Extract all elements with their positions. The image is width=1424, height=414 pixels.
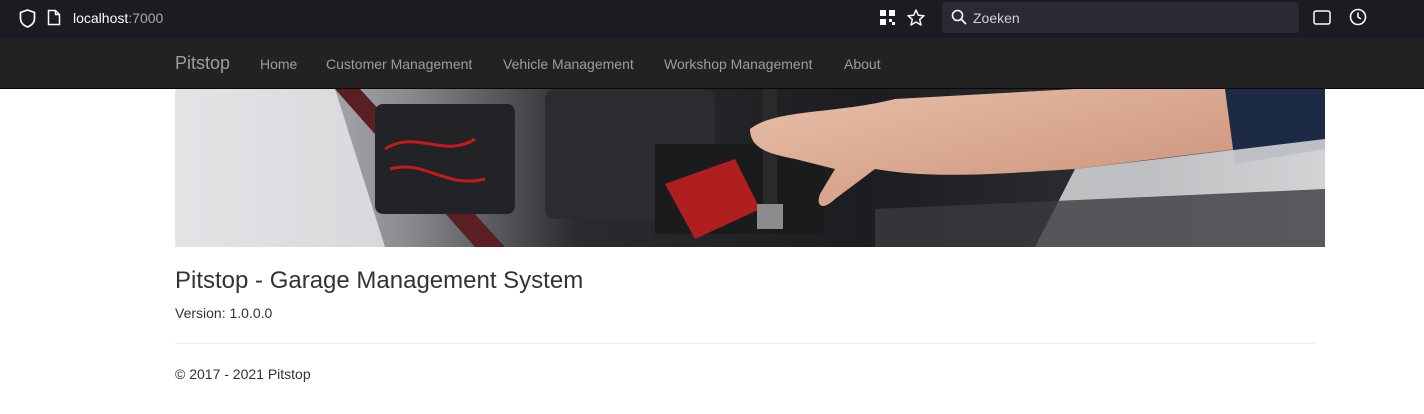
- shield-icon[interactable]: [19, 9, 36, 28]
- page-title: Pitstop - Garage Management System: [175, 267, 584, 294]
- page-icon[interactable]: [47, 9, 61, 26]
- nav-home[interactable]: Home: [260, 56, 297, 72]
- search-placeholder: Zoeken: [973, 10, 1020, 26]
- url-text[interactable]: localhost:7000: [73, 10, 163, 26]
- divider: [175, 343, 1315, 344]
- url-host: localhost: [73, 10, 129, 26]
- search-icon: [951, 9, 967, 25]
- history-clock-icon[interactable]: [1349, 8, 1367, 26]
- nav-workshop-management[interactable]: Workshop Management: [664, 56, 812, 72]
- bookmark-star-icon[interactable]: [906, 8, 926, 28]
- banner-image: [175, 89, 1325, 247]
- sidebar-icon[interactable]: [1313, 10, 1331, 25]
- app-navbar: Pitstop Home Customer Management Vehicle…: [0, 38, 1424, 89]
- nav-vehicle-management[interactable]: Vehicle Management: [503, 56, 634, 72]
- version-text: Version: 1.0.0.0: [175, 305, 273, 321]
- brand-link[interactable]: Pitstop: [175, 53, 230, 74]
- qr-code-icon[interactable]: [879, 9, 896, 26]
- url-port: :7000: [128, 10, 164, 26]
- nav-customer-management[interactable]: Customer Management: [326, 56, 472, 72]
- footer-copyright: © 2017 - 2021 Pitstop: [175, 366, 311, 382]
- nav-about[interactable]: About: [844, 56, 881, 72]
